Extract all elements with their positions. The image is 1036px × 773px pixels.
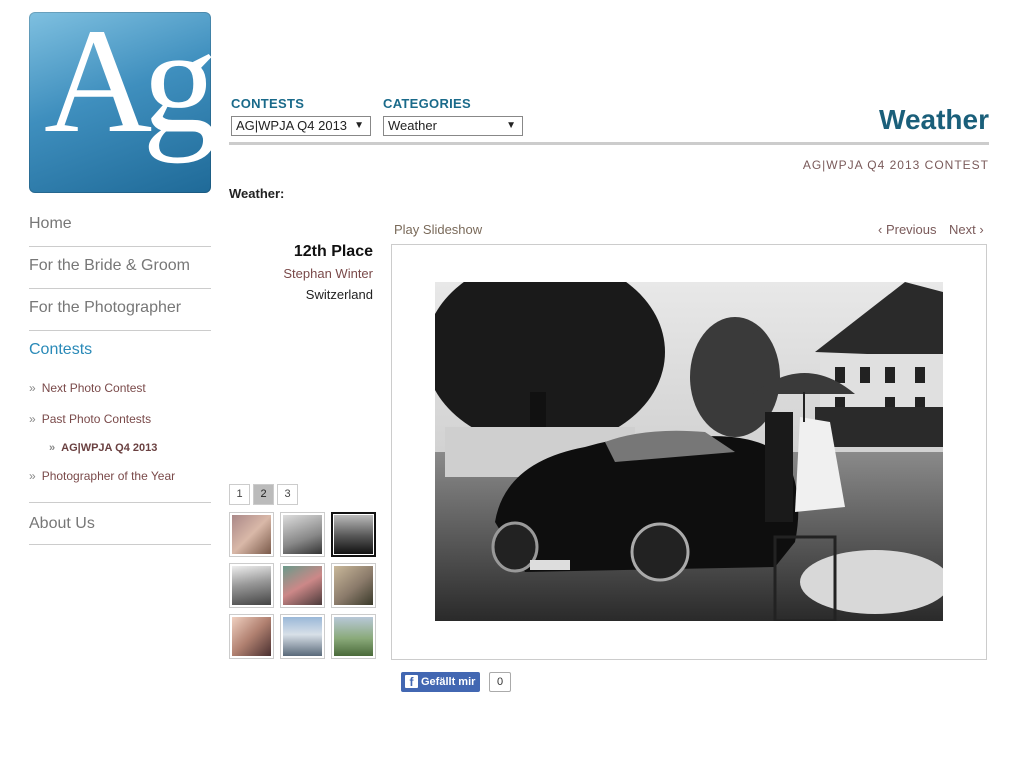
thumbnail[interactable] — [229, 614, 274, 659]
thumbnail-image — [334, 515, 373, 554]
like-count: 0 — [489, 672, 511, 692]
contest-photo[interactable] — [435, 282, 943, 621]
thumbnail-pager: 1 2 3 — [229, 484, 298, 505]
site-logo[interactable]: Ag — [29, 12, 211, 193]
subnav-poty-label: Photographer of the Year — [41, 469, 176, 483]
thumbnail[interactable] — [229, 563, 274, 608]
bullet-icon: » — [49, 442, 56, 454]
bullet-icon: » — [29, 412, 36, 426]
subnav-past-contests[interactable]: » Past Photo Contests — [29, 404, 211, 435]
thumbnail-image — [334, 617, 373, 656]
photographer-name[interactable]: Stephan Winter — [283, 266, 373, 281]
contest-photo-illustration — [435, 282, 943, 621]
subnav-next-label: Next Photo Contest — [41, 381, 146, 395]
thumbnail[interactable] — [331, 563, 376, 608]
thumbnail-grid — [229, 512, 379, 659]
subnav-current-contest[interactable]: » AG|WPJA Q4 2013 — [29, 435, 211, 461]
thumbnail[interactable] — [331, 614, 376, 659]
photographer-country: Switzerland — [305, 287, 373, 302]
contests-select[interactable]: AG|WPJA Q4 2013 ▼ — [231, 116, 371, 136]
categories-label: CATEGORIES — [383, 96, 471, 111]
thumbnail[interactable] — [280, 512, 325, 557]
header-divider — [229, 142, 989, 145]
thumbnail[interactable] — [280, 563, 325, 608]
thumbnail-image — [283, 566, 322, 605]
contests-select-value: AG|WPJA Q4 2013 — [236, 118, 348, 133]
thumbnail-image — [232, 566, 271, 605]
subnav-past-label: Past Photo Contests — [41, 412, 152, 426]
sidebar-nav: Home For the Bride & Groom For the Photo… — [29, 205, 211, 545]
placement: 12th Place — [293, 243, 373, 260]
dropdown-arrow-icon: ▼ — [354, 120, 364, 131]
bullet-icon: » — [29, 469, 36, 483]
thumbnail-image — [232, 515, 271, 554]
subnav-next-contest[interactable]: » Next Photo Contest — [29, 373, 211, 404]
contests-submenu: » Next Photo Contest » Past Photo Contests… — [29, 373, 211, 503]
thumbnail-image — [232, 617, 271, 656]
nav-contests[interactable]: Contests — [29, 331, 211, 373]
play-slideshow-link[interactable]: Play Slideshow — [394, 222, 482, 237]
categories-select[interactable]: Weather ▼ — [383, 116, 523, 136]
subnav-current-label: AG|WPJA Q4 2013 — [61, 442, 158, 454]
like-label: Gefällt mir — [421, 676, 476, 688]
contests-label: CONTESTS — [231, 96, 305, 111]
nav-about[interactable]: About Us — [29, 503, 211, 545]
thumbnail-image — [283, 617, 322, 656]
nav-bride-groom[interactable]: For the Bride & Groom — [29, 247, 211, 289]
categories-select-value: Weather — [388, 118, 437, 133]
thumbnail-selected[interactable] — [331, 512, 376, 557]
thumbnail-image — [283, 515, 322, 554]
thumbnail[interactable] — [280, 614, 325, 659]
dropdown-arrow-icon: ▼ — [506, 120, 516, 131]
page-1[interactable]: 1 — [229, 484, 250, 505]
thumbnail-image — [334, 566, 373, 605]
page-3[interactable]: 3 — [277, 484, 298, 505]
page-title: Weather — [879, 104, 989, 135]
category-heading: Weather: — [229, 186, 285, 201]
page-2[interactable]: 2 — [253, 484, 274, 505]
nav-home[interactable]: Home — [29, 205, 211, 247]
contest-caption: AG|WPJA Q4 2013 CONTEST — [802, 158, 989, 172]
next-link[interactable]: Next › — [949, 222, 984, 237]
facebook-like-button[interactable]: f Gefällt mir — [401, 672, 481, 692]
thumbnail[interactable] — [229, 512, 274, 557]
photo-frame — [391, 244, 987, 660]
subnav-photographer-of-year[interactable]: » Photographer of the Year — [29, 461, 211, 492]
facebook-icon: f — [405, 675, 418, 689]
bullet-icon: » — [29, 381, 36, 395]
nav-photographer[interactable]: For the Photographer — [29, 289, 211, 331]
logo-text: Ag — [44, 12, 211, 164]
previous-link[interactable]: ‹ Previous — [878, 222, 937, 237]
